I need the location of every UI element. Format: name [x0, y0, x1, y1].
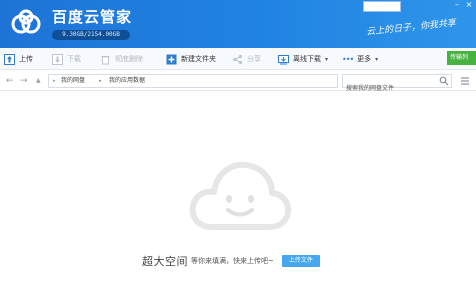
offline-download-label: 离线下载: [293, 55, 321, 63]
quota-usage-badge: 9.30GB/2154.00GB: [52, 30, 130, 40]
empty-headline: 超大空间: [142, 255, 188, 268]
offline-download-icon: [278, 54, 289, 64]
share-label: 分享: [247, 55, 261, 63]
download-button[interactable]: 下载: [52, 48, 81, 70]
delete-label: 彻底删除: [115, 55, 143, 63]
search-icon[interactable]: [439, 76, 449, 86]
minimize-button[interactable]: –: [452, 0, 462, 10]
chevron-down-icon: ▾: [325, 55, 329, 63]
share-button[interactable]: 分享: [232, 48, 261, 70]
search-input[interactable]: [343, 82, 435, 95]
more-dots-icon: •••: [342, 54, 354, 64]
home-chevron-icon: ▸: [53, 78, 56, 84]
offline-download-button[interactable]: 离线下载 ▾: [278, 48, 328, 70]
upload-file-button[interactable]: 上传文件: [281, 255, 320, 267]
toolbar: 上传 下载 彻底删除 新建文件夹 分享 离线下载 ▾ ••• 更多 ▾: [0, 48, 476, 70]
upload-icon: [4, 53, 15, 65]
view-menu-icon[interactable]: [460, 76, 470, 86]
chevron-down-icon: ▾: [375, 55, 379, 63]
breadcrumb-my-disk[interactable]: 我的网盘: [61, 75, 85, 87]
baidu-cloud-window: 百度云管家 9.30GB/2154.00GB – × 云上的日子，你我共享 上传…: [0, 0, 476, 307]
search-box: [342, 74, 452, 95]
forward-arrow-icon[interactable]: →: [20, 75, 28, 87]
close-button[interactable]: ×: [464, 0, 474, 10]
breadcrumb: ▸ 我的网盘 ▸ 我的应用数据 ⟳: [48, 74, 380, 88]
download-label: 下载: [67, 55, 81, 63]
up-arrow-icon[interactable]: ▲: [36, 75, 41, 87]
more-label: 更多: [357, 55, 372, 63]
new-folder-button[interactable]: 新建文件夹: [166, 48, 216, 70]
empty-subtext: 等你来填满，快来上传吧~: [191, 257, 274, 265]
upload-label: 上传: [19, 55, 33, 63]
trash-icon: [101, 55, 110, 64]
account-box[interactable]: [363, 1, 401, 12]
share-icon: [233, 54, 243, 64]
address-bar: ← → ▲ ▸ 我的网盘 ▸ 我的应用数据 ⟳: [0, 71, 476, 95]
title-bar: 百度云管家 9.30GB/2154.00GB – × 云上的日子，你我共享: [0, 0, 476, 48]
transfer-list-button[interactable]: 传输列: [447, 51, 476, 65]
delete-button[interactable]: 彻底删除: [100, 48, 143, 70]
empty-state-message: 超大空间 等你来填满，快来上传吧~ 上传文件: [142, 253, 320, 269]
smiling-cloud-icon: [189, 161, 292, 230]
back-arrow-icon[interactable]: ←: [6, 75, 14, 87]
baidu-cloud-logo-icon: [11, 9, 41, 34]
download-icon: [52, 53, 63, 65]
more-button[interactable]: ••• 更多 ▾: [342, 48, 378, 70]
upload-button[interactable]: 上传: [4, 48, 33, 70]
transfer-label: 传输列: [450, 54, 469, 61]
slogan-text: 云上的日子，你我共享: [365, 18, 457, 38]
breadcrumb-app-data[interactable]: 我的应用数据: [109, 75, 145, 87]
app-title: 百度云管家: [52, 8, 133, 26]
breadcrumb-separator-icon: ▸: [99, 78, 102, 84]
new-folder-label: 新建文件夹: [181, 55, 216, 63]
new-folder-icon: [166, 54, 177, 64]
